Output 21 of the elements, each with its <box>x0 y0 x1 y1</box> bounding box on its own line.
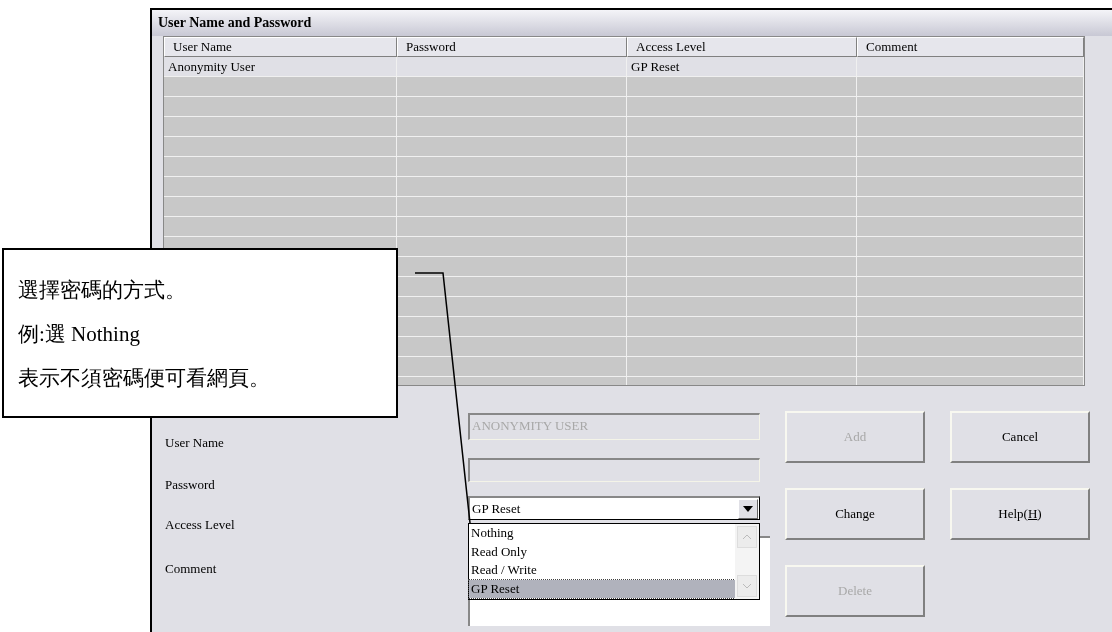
dialog-button[interactable]: Help(H) <box>950 488 1090 540</box>
dialog-button[interactable]: Cancel <box>950 411 1090 463</box>
field-label: Comment <box>165 560 217 578</box>
dropdown-option[interactable]: GP Reset <box>469 579 735 598</box>
field-label: User Name <box>165 434 224 452</box>
callout-text: 選擇密碼的方式。 例:選 Nothing 表示不須密碼便可看網頁。 <box>18 277 270 392</box>
dropdown-option[interactable]: Read / Write <box>469 561 735 580</box>
column-header[interactable]: Comment <box>857 37 1084 57</box>
window-title: User Name and Password <box>158 15 312 31</box>
dropdown-option[interactable]: Nothing <box>469 524 735 543</box>
dialog-button[interactable]: Change <box>785 488 925 540</box>
field-label: Access Level <box>165 516 235 534</box>
table-cell: Anonymity User <box>168 59 256 74</box>
field-label: Password <box>165 476 215 494</box>
column-header[interactable]: Password <box>397 37 627 57</box>
column-header[interactable]: Access Level <box>627 37 857 57</box>
access-level-dropdown[interactable]: GP Reset <box>468 496 760 520</box>
dropdown-option[interactable]: Read Only <box>469 542 735 561</box>
table-row[interactable]: Anonymity User GP Reset <box>164 57 1084 77</box>
table-cell: GP Reset <box>631 59 680 74</box>
column-header[interactable]: User Name <box>164 37 397 57</box>
